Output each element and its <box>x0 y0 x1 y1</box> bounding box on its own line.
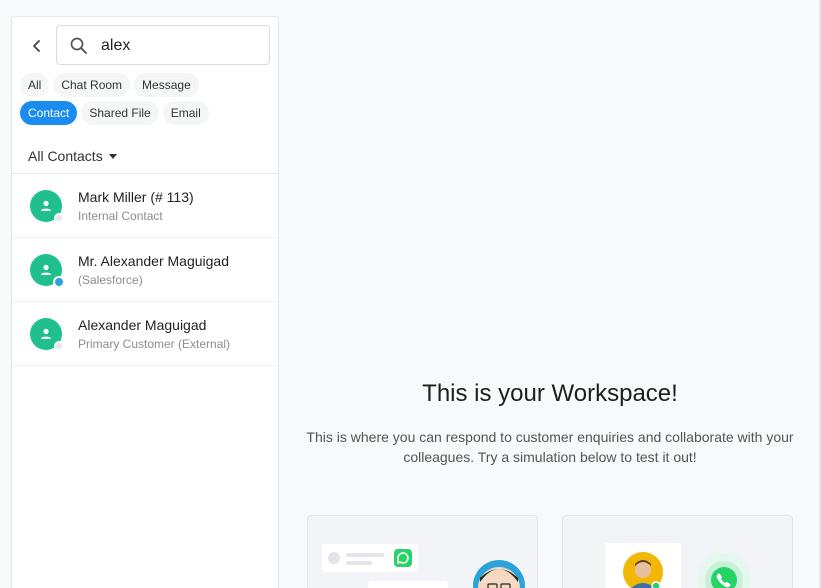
person-icon <box>41 264 51 275</box>
filter-chip-chat-room[interactable]: Chat Room <box>53 73 131 97</box>
avatar <box>30 318 64 351</box>
back-button[interactable] <box>26 35 48 57</box>
person-icon <box>41 200 51 211</box>
workspace-title: This is your Workspace! <box>422 380 678 407</box>
search-box[interactable] <box>56 25 270 65</box>
search-icon <box>70 37 87 54</box>
filter-chip-message[interactable]: Message <box>134 73 199 97</box>
result-item[interactable]: Alexander Maguigad Primary Customer (Ext… <box>12 302 278 366</box>
contacts-dropdown[interactable]: All Contacts <box>28 145 117 167</box>
simulation-card-call[interactable] <box>562 515 793 588</box>
avatar <box>30 254 65 288</box>
simulation-card-chat[interactable] <box>307 515 538 588</box>
search-row <box>12 25 280 67</box>
result-subtitle: Primary Customer (External) <box>78 337 231 351</box>
call-simulation-illustration <box>605 543 751 588</box>
result-item[interactable]: Mr. Alexander Maguigad (Salesforce) <box>12 238 278 302</box>
caret-down-icon <box>108 154 117 159</box>
avatar <box>30 190 64 223</box>
result-subtitle: (Salesforce) <box>78 273 143 287</box>
filter-chip-email[interactable]: Email <box>162 101 209 125</box>
person-icon <box>41 328 51 339</box>
result-subtitle: Internal Contact <box>78 209 163 223</box>
filter-row-1: All Chat Room Message <box>20 73 274 97</box>
filter-row-2: Contact Shared File Email <box>20 101 274 125</box>
result-item[interactable]: Mark Miller (# 113) Internal Contact <box>12 174 278 238</box>
contacts-dropdown-label: All Contacts <box>28 148 103 164</box>
search-input[interactable] <box>101 34 261 58</box>
filter-chip-contact[interactable]: Contact <box>20 101 78 125</box>
filter-chip-all[interactable]: All <box>20 73 50 97</box>
workspace-description: This is where you can respond to custome… <box>306 429 794 465</box>
result-name: Mark Miller (# 113) <box>78 189 194 205</box>
status-offline-icon <box>54 341 64 351</box>
result-name: Mr. Alexander Maguigad <box>78 253 229 269</box>
search-panel: All Chat Room Message Contact Shared Fil… <box>11 16 279 588</box>
filter-chip-shared-file[interactable]: Shared File <box>81 101 159 125</box>
results-list: Mark Miller (# 113) Internal Contact Mr.… <box>12 174 278 366</box>
chat-bubble-icon <box>53 276 65 288</box>
chat-simulation-illustration <box>322 544 525 588</box>
workspace-area: This is your Workspace! This is where yo… <box>279 0 821 588</box>
status-offline-icon <box>54 213 64 223</box>
filter-chips: All Chat Room Message Contact Shared Fil… <box>20 73 274 129</box>
result-name: Alexander Maguigad <box>78 317 207 333</box>
chevron-left-icon <box>33 40 40 52</box>
